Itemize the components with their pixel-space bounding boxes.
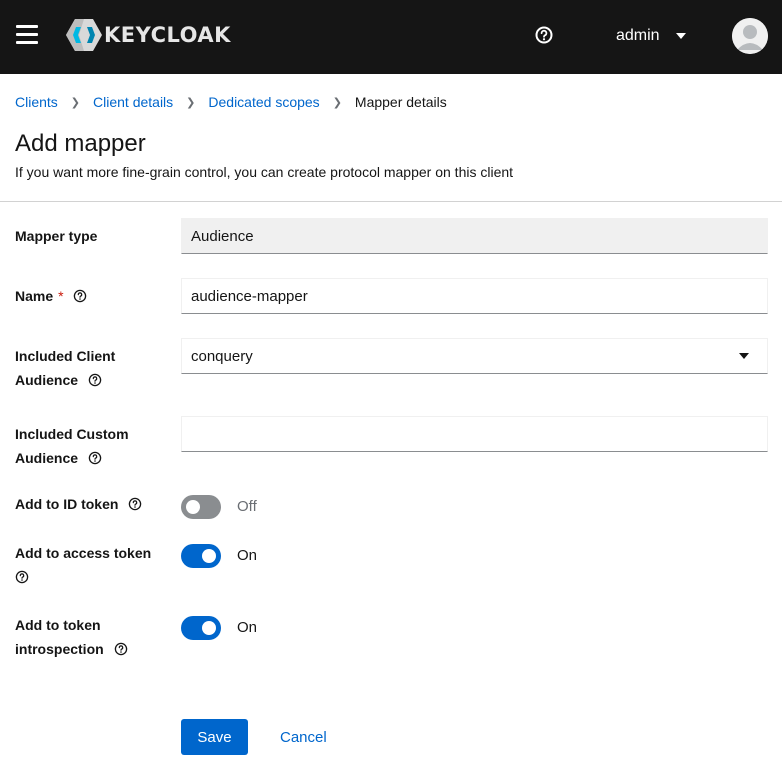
mapper-type-label-text: Mapper type: [15, 228, 98, 244]
keycloak-logo[interactable]: KEYCLOAK: [66, 17, 231, 53]
question-circle-icon[interactable]: [88, 451, 102, 465]
add-to-token-introspection-label-line1: Add to token: [15, 617, 101, 633]
chevron-right-icon: ❯: [186, 96, 196, 109]
included-custom-audience-label-line1: Included Custom: [15, 426, 129, 442]
add-to-access-token-toggle[interactable]: [181, 544, 221, 568]
toggle-knob: [202, 621, 216, 635]
add-to-token-introspection-state: On: [237, 619, 258, 636]
avatar-icon[interactable]: [732, 18, 768, 54]
required-mark: *: [58, 288, 64, 304]
toggle-knob: [186, 500, 200, 514]
included-custom-audience-label-line2: Audience: [15, 450, 79, 466]
page-title: Add mapper: [15, 130, 146, 157]
mapper-type-value: Audience: [191, 227, 254, 245]
hamburger-icon[interactable]: [14, 22, 40, 48]
user-menu-toggle[interactable]: admin: [606, 22, 696, 50]
included-client-audience-label: Included Client Audience: [15, 344, 165, 392]
breadcrumb-current: Mapper details: [354, 94, 447, 110]
included-custom-audience-input[interactable]: [181, 416, 768, 452]
name-input-value: audience-mapper: [191, 287, 308, 305]
name-input[interactable]: audience-mapper: [181, 278, 768, 314]
chevron-down-icon: [739, 353, 749, 359]
user-name: admin: [616, 27, 660, 44]
chevron-down-icon: [675, 33, 686, 39]
mapper-type-label: Mapper type: [15, 224, 165, 248]
name-label: Name *: [15, 284, 165, 308]
question-circle-icon[interactable]: [88, 373, 102, 387]
brand-name: KEYCLOAK: [104, 23, 231, 47]
add-to-access-token-label: Add to access token: [15, 541, 165, 589]
included-client-audience-label-line1: Included Client: [15, 348, 116, 364]
cancel-button[interactable]: Cancel: [268, 719, 339, 755]
included-client-audience-value: conquery: [191, 347, 253, 365]
add-to-id-token-label: Add to ID token: [15, 492, 165, 516]
masthead: KEYCLOAK admin: [0, 0, 782, 74]
add-to-access-token-label-text: Add to access token: [15, 545, 152, 561]
included-client-audience-label-line2: Audience: [15, 372, 79, 388]
save-button[interactable]: Save: [181, 719, 248, 755]
included-client-audience-select[interactable]: conquery: [181, 338, 768, 374]
keycloak-logo-icon: [66, 19, 102, 51]
question-circle-icon[interactable]: [73, 289, 87, 303]
chevron-right-icon: ❯: [332, 96, 342, 109]
add-to-id-token-toggle[interactable]: [181, 495, 221, 519]
question-circle-icon[interactable]: [15, 570, 29, 584]
breadcrumb: Clients ❯ Client details ❯ Dedicated sco…: [15, 94, 447, 110]
add-to-token-introspection-label-line2: introspection: [15, 641, 104, 657]
help-icon[interactable]: [534, 25, 554, 45]
breadcrumb-client-details[interactable]: Client details: [93, 94, 173, 110]
add-to-token-introspection-label: Add to token introspection: [15, 613, 165, 661]
add-to-id-token-label-text: Add to ID token: [15, 496, 119, 512]
divider: [0, 201, 782, 202]
included-custom-audience-label: Included Custom Audience: [15, 422, 165, 470]
name-label-text: Name: [15, 288, 54, 304]
breadcrumb-clients[interactable]: Clients: [15, 94, 58, 110]
add-to-access-token-state: On: [237, 547, 258, 564]
question-circle-icon[interactable]: [114, 642, 128, 656]
mapper-type-field: Audience: [181, 218, 768, 254]
question-circle-icon[interactable]: [128, 497, 142, 511]
page-description: If you want more fine-grain control, you…: [15, 164, 514, 180]
add-to-id-token-state: Off: [237, 498, 257, 515]
chevron-right-icon: ❯: [70, 96, 81, 109]
breadcrumb-dedicated-scopes[interactable]: Dedicated scopes: [208, 94, 319, 110]
add-to-token-introspection-toggle[interactable]: [181, 616, 221, 640]
toggle-knob: [202, 549, 216, 563]
